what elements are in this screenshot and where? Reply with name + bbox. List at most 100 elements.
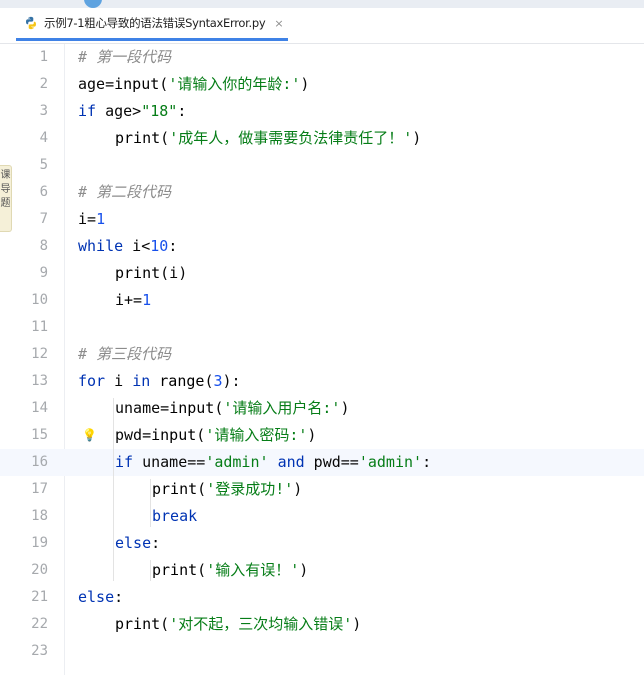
code-line[interactable]: 13 for i in range(3): (0, 368, 644, 395)
code-text: print(i) (115, 260, 187, 287)
code-line[interactable]: 9 print(i) (0, 260, 644, 287)
line-number: 22 (31, 616, 48, 632)
code-token: ( (197, 561, 207, 579)
code-token: : (177, 102, 187, 120)
code-token: : (151, 534, 161, 552)
code-token: i (105, 372, 133, 390)
code-token: and (277, 453, 305, 471)
code-line[interactable]: 19 else: (0, 530, 644, 557)
code-token: '输入有误！' (206, 561, 300, 579)
code-text: else: (115, 530, 160, 557)
code-line[interactable]: 12 # 第三段代码 (0, 341, 644, 368)
code-line[interactable]: 16 if uname=='admin' and pwd=='admin': (0, 449, 644, 476)
code-text: print('登录成功!') (152, 476, 302, 503)
line-number: 19 (31, 535, 48, 551)
line-number: 6 (39, 184, 48, 200)
code-line[interactable]: 14 uname=input('请输入用户名:') (0, 395, 644, 422)
code-token: '成年人，做事需要负法律责任了！' (169, 129, 413, 147)
code-token: ( (160, 615, 170, 633)
code-line[interactable]: 7 i=1 (0, 206, 644, 233)
code-token: ( (197, 480, 207, 498)
code-token: ) (299, 561, 309, 579)
line-number: 2 (39, 76, 48, 92)
code-line[interactable]: 11 (0, 314, 644, 341)
line-number: 9 (39, 265, 48, 281)
code-text: else: (78, 584, 123, 611)
tab-close-icon[interactable]: × (274, 17, 283, 30)
code-token: print (115, 129, 161, 147)
code-line[interactable]: 3 if age>"18": (0, 98, 644, 125)
code-token: ) (300, 75, 310, 93)
code-token: uname= (115, 399, 170, 417)
code-token: in (132, 372, 151, 390)
code-token: i+= (115, 291, 143, 309)
python-file-icon (26, 16, 36, 30)
line-number: 10 (31, 292, 48, 308)
code-token: '请输入你的年龄:' (168, 75, 301, 93)
code-token: i< (123, 237, 151, 255)
code-text: # 第一段代码 (78, 44, 171, 71)
code-token: break (152, 507, 198, 525)
line-number: 18 (31, 508, 48, 524)
line-number: 16 (31, 454, 48, 470)
code-text: # 第三段代码 (78, 341, 171, 368)
code-token: print (152, 561, 198, 579)
code-line[interactable]: 5 (0, 152, 644, 179)
line-number: 15 (31, 427, 48, 443)
code-token: else (78, 588, 115, 606)
code-text: while i<10: (78, 233, 177, 260)
code-text: if age>"18": (78, 98, 186, 125)
line-number: 3 (39, 103, 48, 119)
line-number: 17 (31, 481, 48, 497)
code-line[interactable]: 18 break (0, 503, 644, 530)
line-number: 23 (31, 643, 48, 659)
code-token: 'admin' (205, 453, 269, 471)
indent-guide (150, 479, 151, 527)
line-number: 7 (39, 211, 48, 227)
code-line[interactable]: 1 # 第一段代码 (0, 44, 644, 71)
code-line[interactable]: 6 # 第二段代码 (0, 179, 644, 206)
line-number: 13 (31, 373, 48, 389)
code-token: ) (293, 480, 303, 498)
code-token: pwd== (304, 453, 359, 471)
code-line[interactable]: 2 age=input('请输入你的年龄:') (0, 71, 644, 98)
indent-guide (113, 398, 114, 581)
code-line[interactable]: 15 💡 pwd=input('请输入密码:') (0, 422, 644, 449)
code-token: uname== (133, 453, 206, 471)
code-line[interactable]: 23 (0, 638, 644, 665)
code-line[interactable]: 8 while i<10: (0, 233, 644, 260)
code-text: age=input('请输入你的年龄:') (78, 71, 309, 98)
window-top-strip (0, 0, 644, 8)
code-token: while (78, 237, 124, 255)
code-token: 10 (150, 237, 169, 255)
code-text: print('输入有误！') (152, 557, 308, 584)
code-token: print (115, 264, 161, 282)
code-token: : (422, 453, 432, 471)
code-token: pwd= (115, 426, 152, 444)
tab-title: 示例7-1粗心导致的语法错误SyntaxError.py (44, 16, 266, 30)
code-token: "18" (141, 102, 178, 120)
code-token: input (169, 399, 215, 417)
code-line[interactable]: 22 print('对不起，三次均输入错误') (0, 611, 644, 638)
code-text: print('成年人，做事需要负法律责任了！') (115, 125, 421, 152)
code-token: 1 (142, 291, 152, 309)
code-token: 1 (96, 210, 106, 228)
code-line[interactable]: 17 print('登录成功!') (0, 476, 644, 503)
line-number: 1 (39, 49, 48, 65)
line-number: 5 (39, 157, 48, 173)
code-token: print (152, 480, 198, 498)
lightbulb-icon[interactable]: 💡 (82, 422, 97, 449)
code-token: : (114, 588, 124, 606)
code-line[interactable]: 4 print('成年人，做事需要负法律责任了！') (0, 125, 644, 152)
code-line[interactable]: 21 else: (0, 584, 644, 611)
code-token: # 第一段代码 (78, 48, 172, 66)
editor-tab[interactable]: 示例7-1粗心导致的语法错误SyntaxError.py × (16, 8, 288, 41)
code-token: '请输入用户名:' (223, 399, 341, 417)
code-text: i+=1 (115, 287, 151, 314)
code-line[interactable]: 10 i+=1 (0, 287, 644, 314)
code-token: '对不起，三次均输入错误' (169, 615, 353, 633)
code-line[interactable]: 20 print('输入有误！') (0, 557, 644, 584)
code-token: (i) (160, 264, 188, 282)
code-token: ) (307, 426, 317, 444)
